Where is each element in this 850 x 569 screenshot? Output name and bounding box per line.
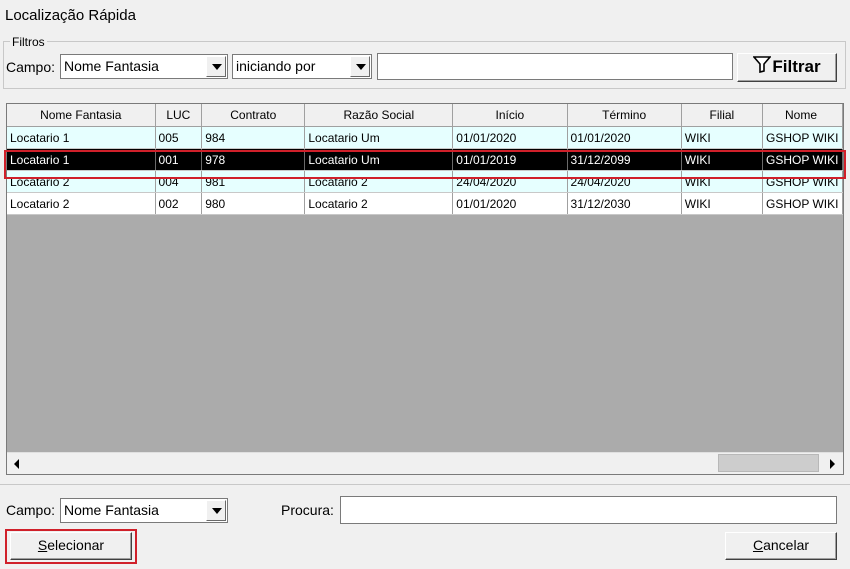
cell-termino: 01/01/2020 — [567, 126, 682, 149]
cell-nome-fantasia: Locatario 2 — [7, 192, 156, 215]
bottom-campo-select[interactable]: Nome Fantasia — [60, 498, 228, 523]
cell-termino: 31/12/2030 — [567, 192, 682, 215]
column-header-contrato[interactable]: Contrato — [201, 104, 306, 127]
campo-label: Campo: — [6, 59, 56, 75]
column-header-luc[interactable]: LUC — [155, 104, 203, 127]
procura-input[interactable] — [340, 496, 837, 524]
cell-luc: 005 — [155, 126, 203, 149]
cell-termino: 24/04/2020 — [567, 170, 682, 193]
bottom-campo-value: Nome Fantasia — [64, 502, 159, 518]
cell-nome: GSHOP WIKI — [762, 148, 843, 171]
mode-select-value: iniciando por — [236, 58, 316, 74]
cell-nome: GSHOP WIKI — [762, 170, 843, 193]
horizontal-scrollbar[interactable] — [7, 452, 843, 474]
column-header-filial[interactable]: Filial — [681, 104, 764, 127]
table-row[interactable]: Locatario 2 002 980 Locatario 2 01/01/20… — [7, 192, 843, 215]
cell-luc: 004 — [155, 170, 203, 193]
cell-nome: GSHOP WIKI — [762, 192, 843, 215]
cancelar-accel: C — [752, 537, 764, 553]
filter-button[interactable]: Filtrar — [737, 53, 837, 82]
column-header-nome[interactable]: Nome — [762, 104, 843, 127]
cell-razao-social: Locatario 2 — [304, 170, 454, 193]
cell-contrato: 980 — [201, 192, 306, 215]
scroll-right-icon[interactable] — [824, 455, 841, 472]
cell-filial: WIKI — [681, 148, 764, 171]
mode-dropdown-icon[interactable] — [350, 56, 370, 77]
campo-select-value: Nome Fantasia — [64, 58, 159, 74]
cell-inicio: 01/01/2019 — [452, 148, 568, 171]
cell-nome: GSHOP WIKI — [762, 126, 843, 149]
cell-luc: 002 — [155, 192, 203, 215]
cell-razao-social: Locatario Um — [304, 148, 454, 171]
selecionar-highlight — [5, 529, 137, 564]
procura-label: Procura: — [281, 502, 334, 518]
column-header-nome-fantasia[interactable]: Nome Fantasia — [7, 104, 156, 127]
cancelar-label: ancelar — [763, 537, 810, 553]
bottom-campo-label: Campo: — [6, 502, 56, 518]
cell-nome-fantasia: Locatario 2 — [7, 170, 156, 193]
cell-luc: 001 — [155, 148, 203, 171]
filter-button-label: Filtrar — [772, 57, 821, 76]
cell-inicio: 24/04/2020 — [452, 170, 568, 193]
filters-legend: Filtros — [10, 35, 47, 49]
campo-dropdown-icon[interactable] — [206, 56, 226, 77]
cell-filial: WIKI — [681, 126, 764, 149]
cell-contrato: 981 — [201, 170, 306, 193]
cell-contrato: 978 — [201, 148, 306, 171]
cell-razao-social: Locatario Um — [304, 126, 454, 149]
scroll-left-icon[interactable] — [9, 455, 26, 472]
results-table: Nome Fantasia LUC Contrato Razão Social … — [7, 104, 843, 215]
bottom-campo-dropdown-icon[interactable] — [206, 500, 226, 521]
filter-text-input[interactable] — [377, 53, 733, 80]
table-row-selected[interactable]: Locatario 1 001 978 Locatario Um 01/01/2… — [7, 148, 843, 171]
cancelar-button[interactable]: Cancelar — [725, 532, 837, 560]
grid-header-row: Nome Fantasia LUC Contrato Razão Social … — [7, 104, 843, 127]
cell-termino: 31/12/2099 — [567, 148, 682, 171]
scrollbar-thumb[interactable] — [718, 454, 819, 472]
table-row[interactable]: Locatario 1 005 984 Locatario Um 01/01/2… — [7, 126, 843, 149]
cell-filial: WIKI — [681, 170, 764, 193]
divider — [0, 484, 850, 485]
cell-inicio: 01/01/2020 — [452, 192, 568, 215]
column-header-termino[interactable]: Término — [567, 104, 682, 127]
cell-nome-fantasia: Locatario 1 — [7, 126, 156, 149]
cell-contrato: 984 — [201, 126, 306, 149]
results-grid[interactable]: Nome Fantasia LUC Contrato Razão Social … — [6, 103, 844, 475]
window-title: Localização Rápida — [5, 7, 136, 24]
funnel-icon — [752, 55, 773, 80]
column-header-inicio[interactable]: Início — [452, 104, 568, 127]
column-header-razao-social[interactable]: Razão Social — [304, 104, 454, 127]
cell-nome-fantasia: Locatario 1 — [7, 148, 156, 171]
cell-inicio: 01/01/2020 — [452, 126, 568, 149]
cell-filial: WIKI — [681, 192, 764, 215]
cell-razao-social: Locatario 2 — [304, 192, 454, 215]
table-row[interactable]: Locatario 2 004 981 Locatario 2 24/04/20… — [7, 170, 843, 193]
mode-select[interactable]: iniciando por — [232, 54, 372, 79]
campo-select[interactable]: Nome Fantasia — [60, 54, 228, 79]
